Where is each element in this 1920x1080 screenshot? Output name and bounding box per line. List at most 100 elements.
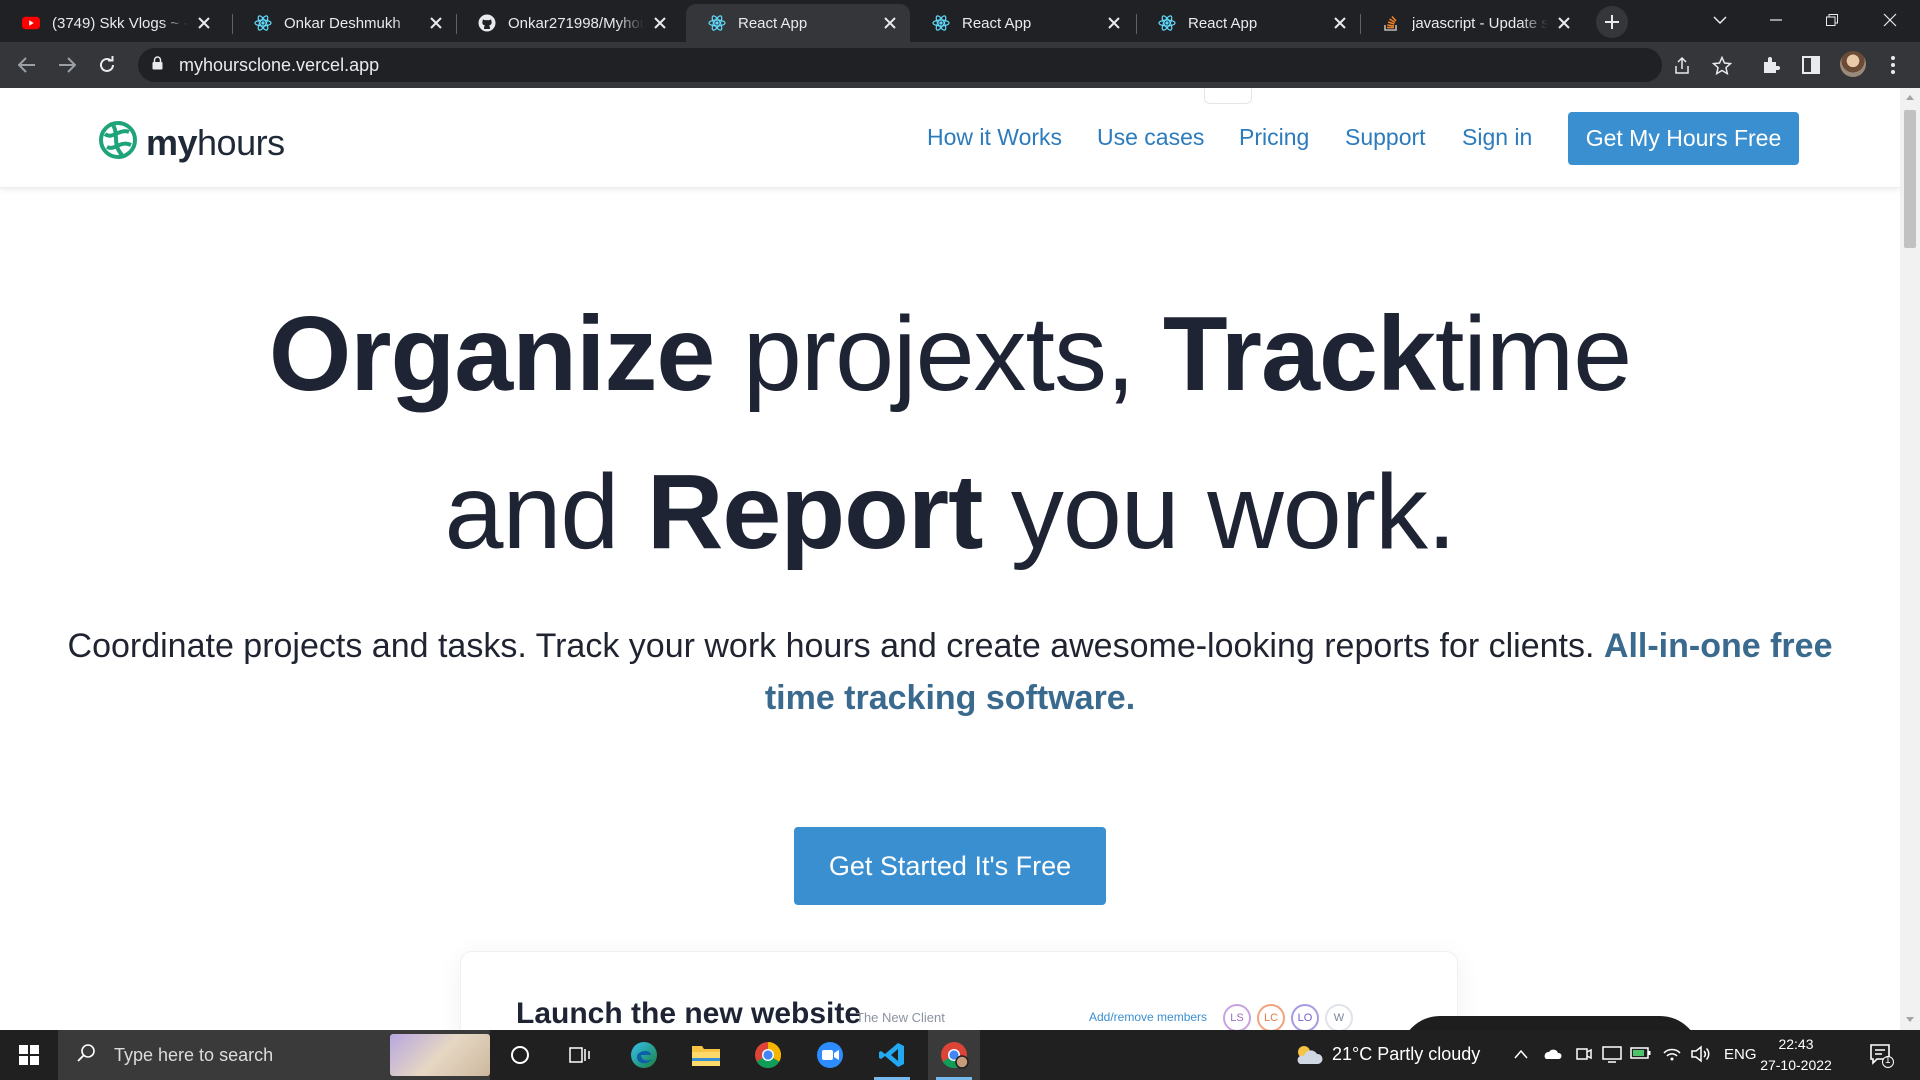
side-panel-icon[interactable] xyxy=(1798,52,1824,78)
close-tab-icon[interactable] xyxy=(650,13,670,33)
new-tab-button[interactable] xyxy=(1596,6,1628,38)
taskbar-search-box[interactable]: Type here to search xyxy=(58,1030,490,1080)
search-icon xyxy=(76,1043,96,1068)
scroll-up-icon[interactable] xyxy=(1905,92,1915,102)
nav-how-it-works[interactable]: How it Works xyxy=(927,124,1062,151)
chrome-profile-icon[interactable] xyxy=(928,1030,980,1080)
browser-tab[interactable]: javascript - Update style xyxy=(1360,4,1584,42)
share-icon[interactable] xyxy=(1672,56,1692,76)
forward-icon[interactable] xyxy=(50,48,84,82)
url-text: myhoursclone.vercel.app xyxy=(179,54,380,75)
scroll-down-icon[interactable] xyxy=(1905,1014,1915,1024)
kebab-menu-icon[interactable] xyxy=(1880,52,1906,78)
close-tab-icon[interactable] xyxy=(880,13,900,33)
taskbar-clock[interactable]: 22:43 27-10-2022 xyxy=(1754,1034,1838,1076)
close-tab-icon[interactable] xyxy=(194,13,214,33)
tab-title: React App xyxy=(962,14,1032,32)
tray-overflow-icon[interactable] xyxy=(1514,1046,1528,1064)
vscode-icon[interactable] xyxy=(866,1030,918,1080)
cortana-icon[interactable] xyxy=(494,1030,546,1080)
notification-count: 1 xyxy=(1885,1055,1891,1066)
tab-title: (3749) Skk Vlogs ~ - YouTube xyxy=(52,14,188,32)
scrollbar-thumb[interactable] xyxy=(1904,110,1916,248)
react-icon xyxy=(932,14,950,32)
member-chip[interactable]: LO xyxy=(1291,1004,1319,1030)
edge-icon[interactable] xyxy=(618,1030,670,1080)
site-header: myhours How it Works Use cases Pricing S… xyxy=(0,88,1900,188)
browser-tab[interactable]: Onkar271998/Myhours xyxy=(456,4,680,42)
minimize-icon[interactable] xyxy=(1748,0,1804,40)
header-notch xyxy=(1204,88,1252,104)
meet-now-icon[interactable] xyxy=(1574,1044,1592,1069)
tab-strip: (3749) Skk Vlogs ~ - YouTube Onkar Deshm… xyxy=(0,0,1920,42)
tab-title: React App xyxy=(1188,14,1258,32)
page-scrollbar[interactable] xyxy=(1900,88,1920,1030)
chrome-icon[interactable] xyxy=(742,1030,794,1080)
display-icon[interactable] xyxy=(1602,1044,1622,1069)
site-logo[interactable]: myhours xyxy=(98,120,285,165)
preview-dark-element xyxy=(1400,1016,1700,1030)
lock-icon[interactable] xyxy=(152,55,163,75)
browser-tab[interactable]: (3749) Skk Vlogs ~ - YouTube xyxy=(0,4,224,42)
page-viewport: myhours How it Works Use cases Pricing S… xyxy=(0,88,1900,1030)
close-tab-icon[interactable] xyxy=(426,13,446,33)
tab-search-icon[interactable] xyxy=(1692,0,1748,40)
windows-taskbar: Type here to search 21°C Partly cloudy E… xyxy=(0,1030,1920,1080)
clock-date: 27-10-2022 xyxy=(1760,1057,1832,1073)
close-tab-icon[interactable] xyxy=(1330,13,1350,33)
hero-subtitle: Coordinate projects and tasks. Track you… xyxy=(67,627,1833,717)
task-view-icon[interactable] xyxy=(554,1030,606,1080)
nav-support[interactable]: Support xyxy=(1345,124,1426,151)
hero-heading-line-1: Organize projexts, Tracktime xyxy=(268,295,1632,413)
close-tab-icon[interactable] xyxy=(1554,13,1574,33)
browser-tab[interactable]: React App xyxy=(910,4,1134,42)
add-remove-members-link[interactable]: Add/remove members xyxy=(1089,1010,1207,1024)
tab-title: Onkar Deshmukh xyxy=(284,14,401,32)
bookmark-star-icon[interactable] xyxy=(1712,56,1732,76)
browser-tab[interactable]: Onkar Deshmukh xyxy=(232,4,456,42)
file-explorer-icon[interactable] xyxy=(680,1030,732,1080)
wifi-icon[interactable] xyxy=(1662,1044,1682,1067)
browser-tab-active[interactable]: React App xyxy=(686,4,910,42)
project-title: Launch the new website xyxy=(516,997,862,1030)
tab-title: React App xyxy=(738,14,808,32)
close-window-icon[interactable] xyxy=(1862,0,1918,40)
tab-title: Onkar271998/Myhours xyxy=(508,14,644,32)
reload-icon[interactable] xyxy=(90,48,124,82)
member-chip[interactable]: LS xyxy=(1223,1004,1251,1030)
close-tab-icon[interactable] xyxy=(1104,13,1124,33)
member-chip[interactable]: W xyxy=(1325,1004,1353,1030)
nav-use-cases[interactable]: Use cases xyxy=(1097,124,1204,151)
back-icon[interactable] xyxy=(10,48,44,82)
browser-toolbar: myhoursclone.vercel.app xyxy=(0,42,1920,88)
weather-text[interactable]: 21°C Partly cloudy xyxy=(1332,1044,1480,1065)
battery-icon[interactable] xyxy=(1630,1046,1652,1065)
react-icon xyxy=(708,14,726,32)
clock-time: 22:43 xyxy=(1778,1036,1814,1052)
nav-pricing[interactable]: Pricing xyxy=(1239,124,1309,151)
member-chip[interactable]: LC xyxy=(1257,1004,1285,1030)
youtube-icon xyxy=(22,14,40,32)
extensions-icon[interactable] xyxy=(1758,52,1784,78)
hero-heading-line-2: and Report you work. xyxy=(444,453,1457,571)
profile-avatar[interactable] xyxy=(1840,51,1866,77)
restore-icon[interactable] xyxy=(1804,0,1860,40)
get-started-button[interactable]: Get Started It's Free xyxy=(794,827,1106,905)
onedrive-icon[interactable] xyxy=(1542,1046,1562,1065)
address-bar[interactable]: myhoursclone.vercel.app xyxy=(138,48,1662,82)
weather-icon[interactable] xyxy=(1292,1042,1324,1073)
zoom-icon[interactable] xyxy=(804,1030,856,1080)
volume-icon[interactable] xyxy=(1690,1044,1712,1069)
language-indicator[interactable]: ENG xyxy=(1724,1046,1757,1063)
tab-title: javascript - Update style xyxy=(1412,14,1548,32)
windows-start-icon[interactable] xyxy=(0,1030,58,1080)
react-icon xyxy=(1158,14,1176,32)
browser-tab[interactable]: React App xyxy=(1136,4,1360,42)
logo-globe-icon xyxy=(98,120,138,165)
get-my-hours-free-button[interactable]: Get My Hours Free xyxy=(1568,112,1799,165)
logo-wordmark: myhours xyxy=(146,121,285,163)
search-highlight-image[interactable] xyxy=(390,1034,490,1076)
nav-sign-in[interactable]: Sign in xyxy=(1462,124,1532,151)
search-placeholder: Type here to search xyxy=(114,1044,274,1065)
github-icon xyxy=(478,14,496,32)
